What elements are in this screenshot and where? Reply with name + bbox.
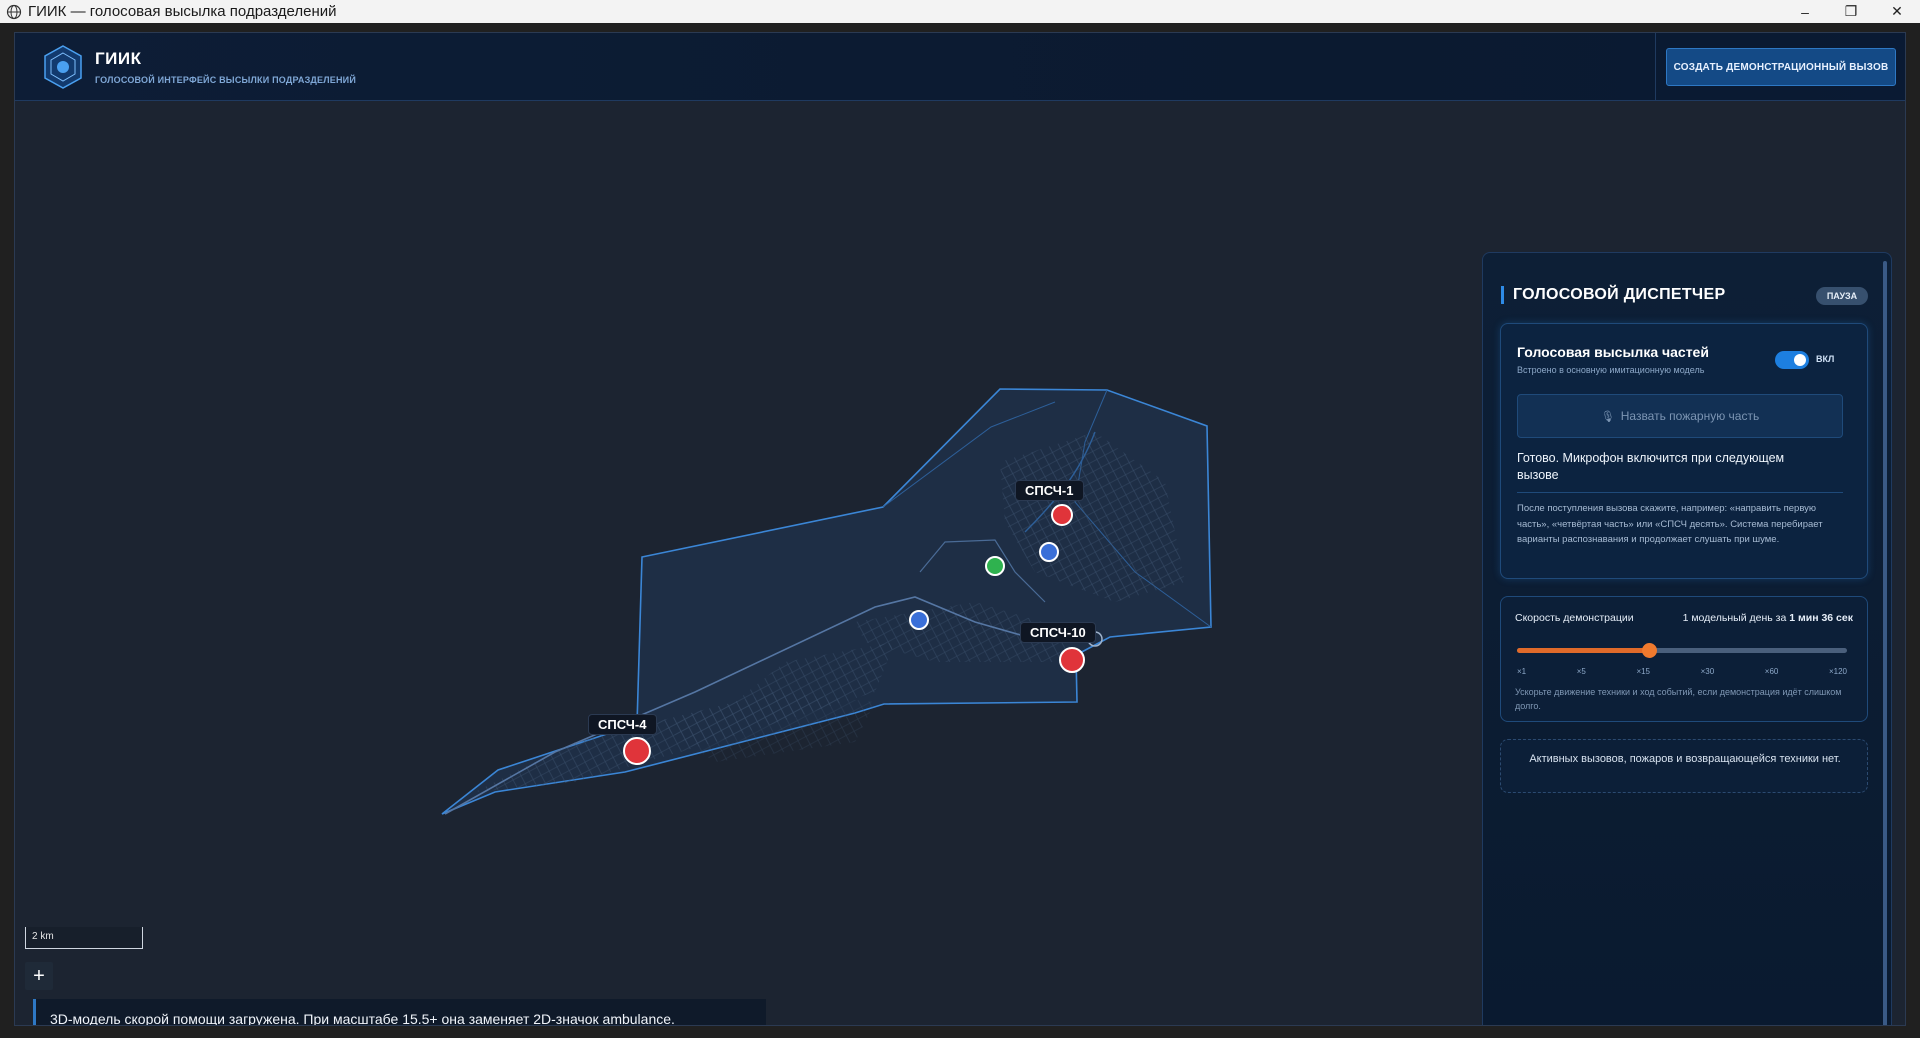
- speed-hint-text: Ускорьте движение техники и ход событий,…: [1515, 687, 1842, 711]
- window-title: ГИИК — голосовая высылка подразделений: [28, 3, 337, 20]
- empty-state-text: Активных вызовов, пожаров и возвращающей…: [1529, 753, 1841, 765]
- voice-dispatch-toggle[interactable]: [1775, 351, 1809, 369]
- zoom-in-button[interactable]: +: [25, 962, 53, 990]
- voice-status-text: Готово. Микрофон включится при следующем…: [1517, 451, 1785, 482]
- brand-name: ГИИК: [95, 49, 142, 68]
- close-button[interactable]: ✕: [1874, 0, 1920, 23]
- voice-dispatcher-panel: ГОЛОСОВОЙ ДИСПЕТЧЕР ПАУЗА Голосовая высы…: [1482, 252, 1892, 1025]
- map-view[interactable]: СПСЧ-1 СПСЧ-10 СПСЧ-4 2 km + 3D-модель с…: [15, 102, 1905, 1025]
- app-window: ГИИК ГОЛОСОВОЙ ИНТЕРФЕЙС ВЫСЫЛКИ ПОДРАЗД…: [14, 32, 1906, 1026]
- station-label-spsch1[interactable]: СПСЧ-1: [1015, 480, 1084, 501]
- station-label-spsch4[interactable]: СПСЧ-4: [588, 714, 657, 735]
- name-fire-station-button[interactable]: 🎙 Назвать пожарную часть: [1517, 394, 1843, 438]
- restore-button[interactable]: ❐: [1828, 0, 1874, 23]
- unit-marker-green[interactable]: [985, 556, 1005, 576]
- speed-tick: ×30: [1700, 667, 1715, 676]
- speed-label: Скорость демонстрации: [1515, 612, 1634, 624]
- panel-title: ГОЛОСОВОЙ ДИСПЕТЧЕР: [1501, 286, 1725, 304]
- speed-tick: ×120: [1828, 667, 1847, 676]
- divider: [1517, 492, 1843, 493]
- speed-value-prefix: 1 модельный день за: [1682, 612, 1787, 624]
- speed-tick: ×60: [1764, 667, 1779, 676]
- status-badge: ПАУЗА: [1816, 287, 1868, 305]
- logo-icon: [44, 45, 82, 89]
- notification-toast: 3D-модель скорой помощи загружена. При м…: [33, 999, 766, 1025]
- toggle-state-label: ВКЛ: [1816, 354, 1835, 364]
- station-marker-spsch10[interactable]: [1059, 647, 1085, 673]
- speed-tick: ×5: [1576, 667, 1586, 676]
- voice-dispatch-subtitle: Встроено в основную имитационную модель: [1517, 365, 1705, 375]
- speed-value-time: 1 мин 36 сек: [1789, 612, 1853, 624]
- create-demo-call-button[interactable]: СОЗДАТЬ ДЕМОНСТРАЦИОННЫЙ ВЫЗОВ: [1666, 48, 1896, 86]
- voice-dispatch-title: Голосовая высылка частей: [1517, 344, 1709, 360]
- map-scale: 2 km: [25, 927, 143, 949]
- speed-ticks: ×1 ×5 ×15 ×30 ×60 ×120: [1517, 667, 1847, 676]
- speed-slider[interactable]: [1517, 643, 1847, 658]
- app-header: ГИИК ГОЛОСОВОЙ ИНТЕРФЕЙС ВЫСЫЛКИ ПОДРАЗД…: [15, 33, 1905, 101]
- voice-hint-text: После поступления вызова скажите, наприм…: [1517, 503, 1823, 545]
- unit-marker-blue-north[interactable]: [1039, 542, 1059, 562]
- station-label-spsch10[interactable]: СПСЧ-10: [1020, 622, 1096, 643]
- toggle-knob: [1794, 354, 1806, 366]
- brand-tagline: ГОЛОСОВОЙ ИНТЕРФЕЙС ВЫСЫЛКИ ПОДРАЗДЕЛЕНИ…: [95, 75, 356, 85]
- header-divider: [1655, 33, 1656, 101]
- voice-dispatch-card: Голосовая высылка частей Встроено в осно…: [1500, 323, 1868, 579]
- station-marker-spsch1[interactable]: [1051, 504, 1073, 526]
- mic-button-label: Назвать пожарную часть: [1620, 409, 1760, 423]
- globe-icon: [6, 4, 22, 19]
- speed-slider-fill: [1517, 648, 1649, 653]
- microphone-icon: 🎙: [1600, 410, 1615, 423]
- speed-slider-thumb[interactable]: [1642, 643, 1657, 658]
- minimize-button[interactable]: –: [1782, 0, 1828, 23]
- window-titlebar: ГИИК — голосовая высылка подразделений –…: [0, 0, 1920, 23]
- speed-value: 1 модельный день за 1 мин 36 сек: [1683, 612, 1853, 624]
- unit-marker-blue-west[interactable]: [909, 610, 929, 630]
- active-events-empty-state: Активных вызовов, пожаров и возвращающей…: [1500, 739, 1868, 793]
- speed-tick: ×15: [1636, 667, 1651, 676]
- speed-tick: ×1: [1517, 667, 1527, 676]
- demo-speed-card: Скорость демонстрации 1 модельный день з…: [1500, 596, 1868, 722]
- panel-scrollbar[interactable]: [1883, 261, 1887, 1025]
- station-marker-spsch4[interactable]: [623, 737, 651, 765]
